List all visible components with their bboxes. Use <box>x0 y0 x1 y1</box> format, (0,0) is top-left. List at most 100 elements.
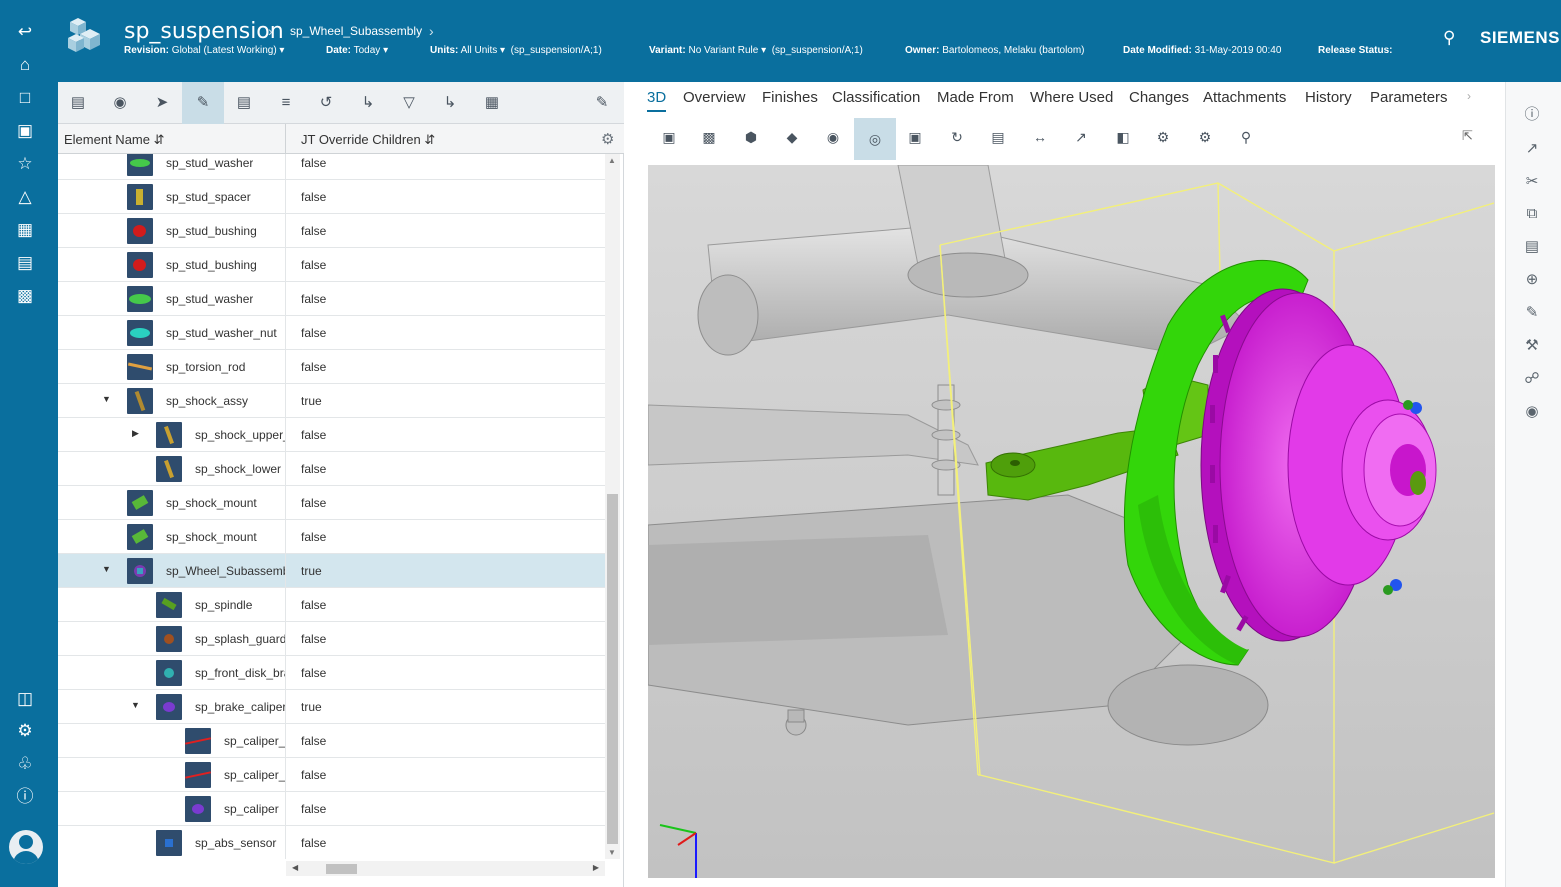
vertical-scrollbar[interactable]: ▲ ▼ <box>605 154 620 859</box>
table-row[interactable]: ▼ sp_shock_assy true <box>58 384 605 418</box>
edit-pencil-icon[interactable]: ✎ <box>1521 302 1543 324</box>
variant-selector[interactable]: Variant: No Variant Rule ▾ (sp_suspensio… <box>649 45 863 56</box>
scrollbar-thumb[interactable] <box>326 864 357 874</box>
visibility-eye-icon[interactable]: ◉ <box>1521 401 1543 423</box>
table-row[interactable]: ▼ sp_brake_caliper true <box>58 690 605 724</box>
rotate-icon[interactable]: ↻ <box>946 126 968 148</box>
back-icon[interactable]: ↩ <box>13 20 37 44</box>
tab-history[interactable]: History <box>1305 89 1352 106</box>
markup-line-icon[interactable]: ↗ <box>1070 126 1092 148</box>
view-orientation-cube-icon[interactable]: ⬢ <box>740 126 762 148</box>
table-row[interactable]: ▶ sp_shock_upper_ false <box>58 418 605 452</box>
more-tabs-chevron-icon[interactable]: › <box>1467 89 1471 103</box>
section-settings-icon[interactable]: ▤ <box>987 126 1009 148</box>
add-user-icon[interactable]: ◫ <box>13 687 37 711</box>
alert-triangle-icon[interactable]: △ <box>13 185 37 209</box>
scroll-down-arrow-icon[interactable]: ▼ <box>608 848 616 857</box>
table-row[interactable]: sp_spindle false <box>58 588 605 622</box>
horizontal-scrollbar[interactable]: ◀ ▶ <box>286 861 605 876</box>
image-gallery-icon[interactable]: ▦ <box>13 218 37 242</box>
table-row[interactable]: sp_caliper_ false <box>58 758 605 792</box>
shading-icon[interactable]: ◆ <box>781 126 803 148</box>
edit-pencil-icon[interactable]: ✎ <box>182 82 224 124</box>
revision-selector[interactable]: Revision: Global (Latest Working) ▾ <box>124 45 284 56</box>
collapse-caret-icon[interactable]: ▼ <box>102 394 112 404</box>
collapse-caret-icon[interactable]: ▼ <box>102 564 112 574</box>
checklist-icon[interactable]: ≡ <box>274 91 298 115</box>
table-row[interactable]: sp_shock_lower false <box>58 452 605 486</box>
tab-where-used[interactable]: Where Used <box>1030 89 1113 106</box>
filter-icon[interactable]: ▽ <box>397 91 421 115</box>
units-selector[interactable]: Units: All Units ▾ (sp_suspension/A;1) <box>430 45 602 56</box>
visibility-eye-icon[interactable]: ◉ <box>108 91 132 115</box>
expand-caret-icon[interactable]: ▶ <box>132 428 142 439</box>
date-selector[interactable]: Date: Today ▾ <box>326 45 388 56</box>
inbox-icon[interactable]: ▣ <box>13 119 37 143</box>
table-row[interactable]: sp_stud_washer_nut false <box>58 316 605 350</box>
tab-made-from[interactable]: Made From <box>937 89 1014 106</box>
report-chart-icon[interactable]: ▩ <box>13 284 37 308</box>
help-icon[interactable]: ⓘ <box>13 785 37 809</box>
tab-parameters[interactable]: Parameters <box>1370 89 1448 106</box>
table-row[interactable]: sp_shock_mount false <box>58 486 605 520</box>
table-row[interactable]: sp_stud_bushing false <box>58 248 605 282</box>
scroll-right-arrow-icon[interactable]: ▶ <box>593 863 599 872</box>
measure-distance-icon[interactable]: ↔ <box>1029 126 1051 148</box>
cross-section-icon[interactable]: ◧ <box>1112 126 1134 148</box>
share-nodes-icon[interactable]: ☍ <box>1521 368 1543 390</box>
tab-attachments[interactable]: Attachments <box>1203 89 1286 106</box>
breadcrumb-item[interactable]: sp_Wheel_Subassembly <box>290 24 422 38</box>
table-row[interactable]: sp_stud_bushing false <box>58 214 605 248</box>
info-icon[interactable]: ⓘ <box>1521 104 1543 126</box>
tab-3d[interactable]: 3D <box>647 89 667 112</box>
search-icon[interactable]: ⚲ <box>1443 28 1455 48</box>
refresh-icon[interactable]: ↺ <box>314 91 338 115</box>
collapse-caret-icon[interactable]: ▼ <box>131 700 141 710</box>
table-row[interactable]: sp_torsion_rod false <box>58 350 605 384</box>
add-element-icon[interactable]: ↳ <box>438 91 462 115</box>
structure-tree-icon[interactable]: ↳ <box>356 91 380 115</box>
share-export-icon[interactable]: ↗ <box>1521 138 1543 160</box>
table-row-selected[interactable]: ▼ sp_Wheel_Subassemb true <box>58 554 605 588</box>
schedule-icon[interactable]: ▤ <box>13 251 37 275</box>
tools-icon[interactable]: ⚒ <box>1521 335 1543 357</box>
properties-icon[interactable]: ▦ <box>480 91 504 115</box>
user-avatar[interactable] <box>9 830 43 864</box>
fullscreen-icon[interactable]: ⇱ <box>1462 128 1473 144</box>
3d-viewer-canvas[interactable] <box>648 165 1495 878</box>
settings-gear-icon[interactable]: ⚙ <box>1194 126 1216 148</box>
search-parts-icon[interactable]: ⚲ <box>1235 126 1257 148</box>
3d-model-render[interactable] <box>648 165 1495 878</box>
table-row[interactable]: sp_caliper_ false <box>58 724 605 758</box>
notifications-bell-icon[interactable]: ♧ <box>13 752 37 776</box>
tab-finishes[interactable]: Finishes <box>762 89 818 106</box>
select-pointer-icon[interactable]: ➤ <box>150 91 174 115</box>
snapshot-camera-icon[interactable]: ▣ <box>658 126 680 148</box>
copy-icon[interactable]: ⧉ <box>1521 203 1543 225</box>
scrollbar-thumb[interactable] <box>607 494 618 844</box>
add-circle-icon[interactable]: ⊕ <box>1521 269 1543 291</box>
table-row[interactable]: sp_stud_washer false <box>58 282 605 316</box>
table-row[interactable]: sp_caliper false <box>58 792 605 826</box>
visibility-eye-icon[interactable]: ◉ <box>822 126 844 148</box>
panel-toggle-icon[interactable]: ▤ <box>66 91 90 115</box>
tab-changes[interactable]: Changes <box>1129 89 1189 106</box>
table-row[interactable]: sp_stud_washer false <box>58 154 605 180</box>
table-row[interactable]: sp_abs_sensor false <box>58 826 605 859</box>
explode-gear-icon[interactable]: ⚙ <box>1152 126 1174 148</box>
table-row[interactable]: sp_splash_guard false <box>58 622 605 656</box>
column-settings-gear-icon[interactable]: ⚙ <box>601 130 614 148</box>
home-icon[interactable]: ⌂ <box>13 53 37 77</box>
column-header-element-name[interactable]: Element Name ⇵ <box>64 132 165 148</box>
scroll-left-arrow-icon[interactable]: ◀ <box>292 863 298 872</box>
settings-gear-icon[interactable]: ⚙ <box>13 719 37 743</box>
tab-overview[interactable]: Overview <box>683 89 746 106</box>
paste-clipboard-icon[interactable]: ▤ <box>1521 236 1543 258</box>
selection-mode-icon[interactable]: ◎ <box>854 118 896 160</box>
cut-scissors-icon[interactable]: ✂ <box>1521 171 1543 193</box>
capture-icon[interactable]: ▩ <box>698 126 720 148</box>
tab-classification[interactable]: Classification <box>832 89 920 106</box>
table-row[interactable]: sp_front_disk_bra false <box>58 656 605 690</box>
table-row[interactable]: sp_stud_spacer false <box>58 180 605 214</box>
folder-icon[interactable]: □ <box>13 86 37 110</box>
